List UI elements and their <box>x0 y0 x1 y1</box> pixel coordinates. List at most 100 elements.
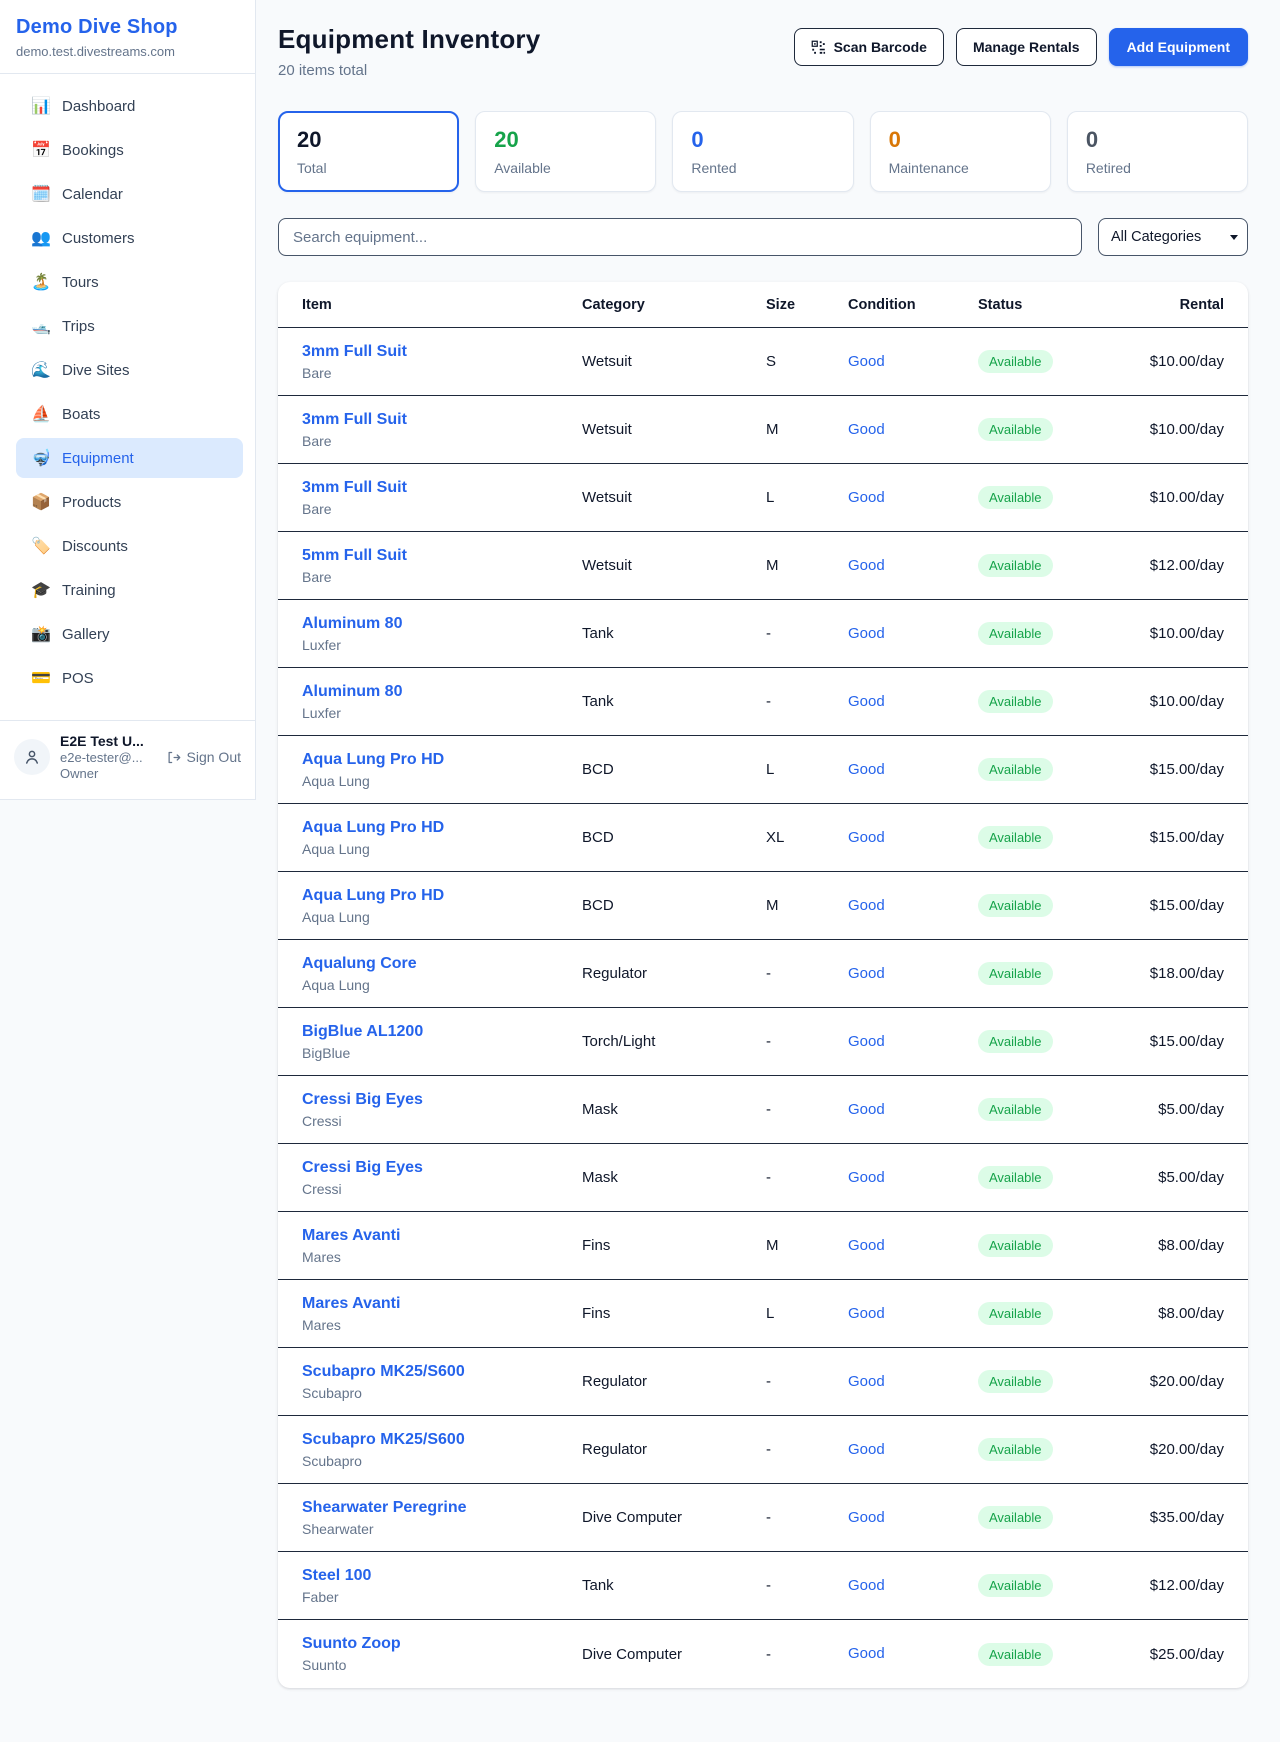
item-cell: BigBlue AL1200 BigBlue <box>302 1023 582 1061</box>
sidebar-item-calendar[interactable]: 🗓️ Calendar <box>16 174 243 214</box>
bar-chart-icon: 📊 <box>30 96 52 116</box>
condition-link[interactable]: Good <box>848 1645 885 1662</box>
item-name-link[interactable]: Scubapro MK25/S600 <box>302 1363 465 1381</box>
condition-link[interactable]: Good <box>848 829 885 846</box>
item-name-link[interactable]: Cressi Big Eyes <box>302 1091 423 1109</box>
condition-link[interactable]: Good <box>848 761 885 778</box>
add-equipment-button[interactable]: Add Equipment <box>1109 28 1248 66</box>
search-input[interactable] <box>278 218 1082 256</box>
item-brand: BigBlue <box>302 1045 582 1061</box>
item-name-link[interactable]: BigBlue AL1200 <box>302 1023 423 1041</box>
condition-link[interactable]: Good <box>848 489 885 506</box>
item-name-link[interactable]: Steel 100 <box>302 1567 371 1585</box>
item-name-link[interactable]: Scubapro MK25/S600 <box>302 1431 465 1449</box>
item-brand: Aqua Lung <box>302 773 582 789</box>
sidebar-item-customers[interactable]: 👥 Customers <box>16 218 243 258</box>
table-row: Cressi Big Eyes Cressi Mask - Good Avail… <box>278 1144 1248 1212</box>
condition-cell: Good <box>848 897 978 915</box>
sidebar-item-trips[interactable]: 🛥️ Trips <box>16 306 243 346</box>
rental-cell: $5.00/day <box>1128 1101 1224 1118</box>
item-name-link[interactable]: 5mm Full Suit <box>302 547 407 565</box>
sidebar-item-discounts[interactable]: 🏷️ Discounts <box>16 526 243 566</box>
item-name-link[interactable]: Mares Avanti <box>302 1295 400 1313</box>
stat-card-retired[interactable]: 0 Retired <box>1067 111 1248 192</box>
condition-link[interactable]: Good <box>848 1305 885 1322</box>
category-cell: BCD <box>582 761 766 778</box>
condition-link[interactable]: Good <box>848 965 885 982</box>
rental-cell: $10.00/day <box>1128 489 1224 506</box>
item-name-link[interactable]: Cressi Big Eyes <box>302 1159 423 1177</box>
rental-cell: $10.00/day <box>1128 353 1224 370</box>
item-name-link[interactable]: Aqua Lung Pro HD <box>302 819 444 837</box>
condition-link[interactable]: Good <box>848 1373 885 1390</box>
item-cell: Aqua Lung Pro HD Aqua Lung <box>302 887 582 925</box>
size-cell: L <box>766 1305 848 1322</box>
sidebar-item-products[interactable]: 📦 Products <box>16 482 243 522</box>
item-name-link[interactable]: Aqua Lung Pro HD <box>302 751 444 769</box>
condition-link[interactable]: Good <box>848 1509 885 1526</box>
item-name-link[interactable]: 3mm Full Suit <box>302 411 407 429</box>
sign-out-button[interactable]: Sign Out <box>166 749 241 765</box>
item-name-link[interactable]: Aluminum 80 <box>302 615 402 633</box>
sidebar-item-dive-sites[interactable]: 🌊 Dive Sites <box>16 350 243 390</box>
condition-link[interactable]: Good <box>848 625 885 642</box>
manage-rentals-button[interactable]: Manage Rentals <box>956 28 1097 66</box>
item-name-link[interactable]: Aqua Lung Pro HD <box>302 887 444 905</box>
condition-link[interactable]: Good <box>848 557 885 574</box>
sidebar-item-label: Boats <box>62 406 100 423</box>
condition-link[interactable]: Good <box>848 1033 885 1050</box>
category-cell: Mask <box>582 1169 766 1186</box>
item-brand: Mares <box>302 1249 582 1265</box>
item-name-link[interactable]: Aqualung Core <box>302 955 417 973</box>
stat-card-rented[interactable]: 0 Rented <box>672 111 853 192</box>
category-cell: Torch/Light <box>582 1033 766 1050</box>
condition-link[interactable]: Good <box>848 1169 885 1186</box>
stat-card-total[interactable]: 20 Total <box>278 111 459 192</box>
scan-barcode-button[interactable]: Scan Barcode <box>794 28 944 66</box>
brand-name[interactable]: Demo Dive Shop <box>16 16 239 39</box>
status-badge: Available <box>978 1438 1053 1461</box>
table-body: 3mm Full Suit Bare Wetsuit S Good Availa… <box>278 328 1248 1688</box>
condition-link[interactable]: Good <box>848 693 885 710</box>
item-name-link[interactable]: Shearwater Peregrine <box>302 1499 467 1517</box>
rental-cell: $20.00/day <box>1128 1441 1224 1458</box>
sidebar-item-boats[interactable]: ⛵ Boats <box>16 394 243 434</box>
status-cell: Available <box>978 1438 1128 1461</box>
sidebar-item-label: Gallery <box>62 626 110 643</box>
sidebar-item-label: Dashboard <box>62 98 135 115</box>
stat-card-available[interactable]: 20 Available <box>475 111 656 192</box>
sidebar-item-equipment[interactable]: 🤿 Equipment <box>16 438 243 478</box>
size-cell: - <box>766 1441 848 1458</box>
calendar-date-icon: 📅 <box>30 140 52 160</box>
condition-link[interactable]: Good <box>848 1577 885 1594</box>
condition-cell: Good <box>848 353 978 371</box>
condition-link[interactable]: Good <box>848 1441 885 1458</box>
rental-cell: $10.00/day <box>1128 693 1224 710</box>
condition-link[interactable]: Good <box>848 1237 885 1254</box>
condition-link[interactable]: Good <box>848 897 885 914</box>
item-name-link[interactable]: 3mm Full Suit <box>302 343 407 361</box>
item-name-link[interactable]: 3mm Full Suit <box>302 479 407 497</box>
item-cell: Shearwater Peregrine Shearwater <box>302 1499 582 1537</box>
stat-card-maintenance[interactable]: 0 Maintenance <box>870 111 1051 192</box>
category-cell: Wetsuit <box>582 489 766 506</box>
sidebar-item-tours[interactable]: 🏝️ Tours <box>16 262 243 302</box>
sidebar-item-gallery[interactable]: 📸 Gallery <box>16 614 243 654</box>
sidebar-item-bookings[interactable]: 📅 Bookings <box>16 130 243 170</box>
condition-link[interactable]: Good <box>848 421 885 438</box>
condition-link[interactable]: Good <box>848 353 885 370</box>
table-header-row: Item Category Size Condition Status Rent… <box>278 282 1248 328</box>
sidebar-item-pos[interactable]: 💳 POS <box>16 658 243 698</box>
item-name-link[interactable]: Mares Avanti <box>302 1227 400 1245</box>
column-header-rental: Rental <box>1128 297 1224 313</box>
item-cell: Scubapro MK25/S600 Scubapro <box>302 1363 582 1401</box>
item-name-link[interactable]: Suunto Zoop <box>302 1635 401 1653</box>
motorboat-icon: 🛥️ <box>30 316 52 336</box>
category-select[interactable]: All Categories <box>1098 218 1248 256</box>
item-name-link[interactable]: Aluminum 80 <box>302 683 402 701</box>
sidebar-item-training[interactable]: 🎓 Training <box>16 570 243 610</box>
condition-cell: Good <box>848 1169 978 1187</box>
condition-link[interactable]: Good <box>848 1101 885 1118</box>
sidebar-item-dashboard[interactable]: 📊 Dashboard <box>16 86 243 126</box>
item-brand: Suunto <box>302 1657 582 1673</box>
